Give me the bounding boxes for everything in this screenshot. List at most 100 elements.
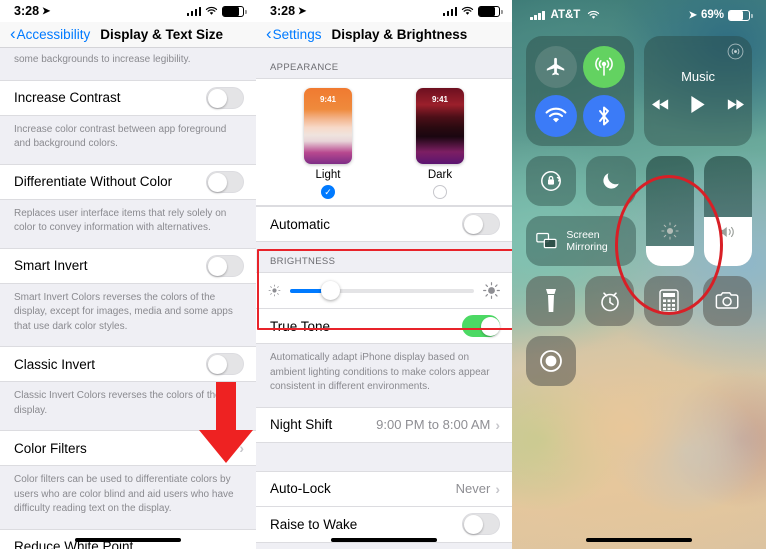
section-gap-2	[256, 542, 512, 549]
row-automatic[interactable]: Automatic	[256, 206, 512, 242]
rewind-icon[interactable]	[652, 98, 669, 111]
timer-icon[interactable]	[585, 276, 634, 326]
appearance-section-header: APPEARANCE	[270, 62, 339, 73]
page-title: Display & Text Size	[100, 27, 223, 42]
home-indicator	[331, 537, 437, 542]
phone-screen-control-center: AT&T ➤ 69% Music Screen Mirroring	[512, 0, 766, 549]
row-label: Classic Invert	[14, 356, 96, 372]
footnote-smart-invert: Smart Invert Colors reverses the colors …	[0, 283, 256, 346]
bluetooth-icon[interactable]	[583, 94, 626, 137]
location-arrow-icon: ➤	[688, 9, 697, 21]
wifi-icon[interactable]	[535, 94, 578, 137]
footnote-color-filters: Color filters can be used to differentia…	[0, 466, 256, 529]
phone-screen-accessibility: 3:28 ➤ ‹ Accessibility Display & Text Si…	[0, 0, 256, 549]
dark-label: Dark	[427, 169, 453, 181]
row-label: Night Shift	[270, 417, 333, 432]
smart-invert-toggle[interactable]	[206, 254, 244, 277]
increase-contrast-toggle[interactable]	[206, 86, 244, 109]
battery-icon	[222, 5, 247, 17]
differentiate-without-color-toggle[interactable]	[206, 170, 244, 193]
cellular-data-icon[interactable]	[583, 45, 626, 88]
status-bar: AT&T ➤ 69%	[512, 0, 766, 24]
camera-icon[interactable]	[703, 276, 752, 326]
status-bar: 3:28 ➤	[256, 0, 512, 22]
brightness-low-icon	[268, 284, 281, 297]
automatic-appearance-toggle[interactable]	[462, 213, 500, 235]
brightness-slider-row[interactable]	[256, 272, 512, 308]
light-radio-selected[interactable]: ✓	[321, 185, 335, 199]
carrier-label: AT&T	[550, 9, 581, 21]
footnote-increase-contrast: Increase color contrast between app fore…	[0, 115, 256, 164]
fast-forward-icon[interactable]	[727, 98, 745, 111]
raise-to-wake-toggle[interactable]	[462, 513, 500, 535]
brightness-slider-track[interactable]	[290, 281, 474, 300]
play-icon[interactable]	[691, 96, 705, 113]
settings-list[interactable]: some backgrounds to increase legibility.…	[0, 48, 256, 549]
brightness-slider-knob[interactable]	[320, 281, 340, 300]
flashlight-icon[interactable]	[526, 276, 575, 326]
screen-mirroring-tile[interactable]: Screen Mirroring	[526, 216, 636, 266]
volume-icon	[704, 224, 752, 240]
status-bar-right: ➤ 69%	[688, 9, 753, 21]
appearance-picker[interactable]: 9:41 Light ✓ 9:41 Dark	[256, 78, 512, 206]
row-true-tone[interactable]: True Tone	[256, 308, 512, 344]
row-differentiate-without-color[interactable]: Differentiate Without Color	[0, 163, 256, 200]
cc-row-apps	[526, 276, 752, 326]
screen-mirroring-icon	[536, 232, 557, 249]
connectivity-tile[interactable]	[526, 36, 635, 146]
media-title: Music	[681, 69, 716, 84]
do-not-disturb-icon[interactable]	[586, 156, 636, 206]
wifi-icon	[588, 10, 600, 19]
media-controls	[652, 96, 745, 113]
row-label: Raise to Wake	[270, 516, 358, 532]
status-bar-left: 3:28 ➤	[270, 4, 306, 18]
row-classic-invert[interactable]: Classic Invert	[0, 346, 256, 382]
status-bar-right	[442, 5, 503, 17]
media-playback-tile[interactable]: Music	[644, 36, 752, 146]
back-button[interactable]: ‹ Accessibility	[10, 25, 90, 42]
chevron-right-icon: ›	[495, 480, 500, 497]
brightness-slider[interactable]	[646, 156, 694, 266]
back-button[interactable]: ‹ Settings	[266, 24, 321, 43]
row-auto-lock[interactable]: Auto-Lock Never ›	[256, 470, 512, 507]
footnote-true-tone: Automatically adapt iPhone display based…	[256, 344, 512, 407]
appearance-option-dark[interactable]: 9:41 Dark	[416, 88, 464, 199]
wifi-icon	[205, 6, 218, 15]
classic-invert-toggle[interactable]	[206, 353, 244, 375]
location-arrow-icon: ➤	[42, 5, 51, 17]
chevron-right-icon: ›	[495, 416, 500, 433]
dark-radio[interactable]	[433, 185, 447, 199]
navigation-bar: ‹ Accessibility Display & Text Size	[0, 22, 256, 48]
footnote-differentiate: Replaces user interface items that rely …	[0, 199, 256, 248]
appearance-option-light[interactable]: 9:41 Light ✓	[304, 88, 352, 199]
airplay-icon[interactable]	[727, 43, 744, 60]
row-label: Differentiate Without Color	[14, 174, 173, 189]
chevron-left-icon: ‹	[266, 24, 272, 43]
status-bar-left: 3:28 ➤	[14, 4, 50, 18]
light-wallpaper-thumbnail[interactable]: 9:41	[304, 88, 352, 164]
airplane-mode-icon[interactable]	[535, 45, 578, 88]
settings-list[interactable]: APPEARANCE 9:41 Light ✓ 9:41 Dark Automa…	[256, 48, 512, 549]
row-increase-contrast[interactable]: Increase Contrast	[0, 79, 256, 116]
control-center-grid: Music Screen Mirroring	[512, 24, 766, 386]
row-value-group: Never ›	[456, 481, 500, 497]
calculator-icon[interactable]	[644, 276, 693, 326]
dark-wallpaper-thumbnail[interactable]: 9:41	[416, 88, 464, 164]
row-smart-invert[interactable]: Smart Invert	[0, 247, 256, 284]
true-tone-toggle[interactable]	[462, 315, 500, 337]
row-night-shift[interactable]: Night Shift 9:00 PM to 8:00 AM ›	[256, 406, 512, 443]
cc-toggle-row	[526, 156, 636, 206]
row-label: Automatic	[270, 216, 331, 232]
thumb-time: 9:41	[319, 95, 336, 104]
screen-record-icon[interactable]	[526, 336, 576, 386]
brightness-icon	[646, 222, 694, 240]
auto-lock-value: Never	[455, 481, 491, 496]
brightness-section-header: BRIGHTNESS	[270, 256, 336, 267]
row-label: True Tone	[270, 318, 331, 334]
rotation-lock-icon[interactable]	[526, 156, 576, 206]
phone-screen-display-brightness: 3:28 ➤ ‹ Settings Display & Brightness A…	[256, 0, 512, 549]
volume-slider[interactable]	[704, 156, 752, 266]
clock-time: 3:28	[270, 4, 296, 18]
brightness-slider-fill	[646, 246, 694, 266]
status-bar-left: AT&T	[530, 9, 600, 21]
